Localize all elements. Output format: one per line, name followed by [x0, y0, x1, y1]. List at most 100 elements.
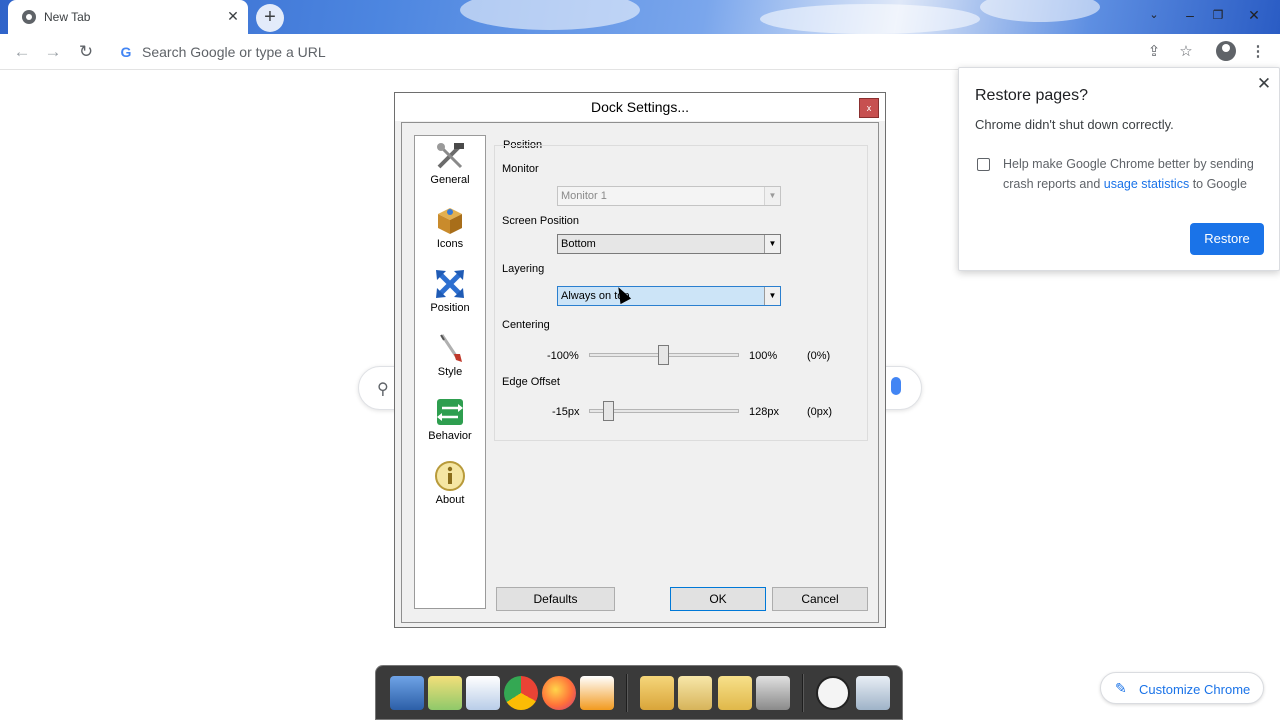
back-arrow-icon[interactable]: ←	[10, 40, 34, 64]
close-icon[interactable]: ✕	[1255, 74, 1273, 94]
sidebar-label: Icons	[436, 238, 464, 250]
downloads-folder-icon[interactable]	[640, 676, 674, 710]
centering-min-label: -100%	[547, 350, 579, 362]
cancel-button[interactable]: Cancel	[772, 587, 868, 611]
clock-icon[interactable]	[816, 676, 850, 710]
dock-bar	[375, 665, 903, 720]
edge-offset-label: Edge Offset	[502, 376, 560, 388]
wallpaper-cloud	[460, 0, 640, 30]
new-tab-button[interactable]: +	[256, 4, 284, 32]
dock-settings-dialog: Dock Settings... x General Icons Positio…	[394, 92, 886, 628]
restore-title: Restore pages?	[975, 87, 1088, 104]
dialog-close-button[interactable]: x	[859, 98, 879, 118]
screen-position-select[interactable]: Bottom ▼	[557, 234, 781, 254]
monitor-select-value: Monitor 1	[561, 190, 607, 202]
media-player-icon[interactable]	[580, 676, 614, 710]
sidebar-label: General	[430, 174, 470, 186]
edge-offset-max-label: 128px	[749, 406, 779, 418]
monitor-label: Monitor	[502, 163, 539, 175]
help-text-suffix: to Google	[1189, 177, 1247, 191]
sidebar-label: Style	[437, 366, 463, 378]
centering-slider-thumb[interactable]	[658, 345, 669, 365]
pencil-icon: ✎	[1115, 680, 1127, 696]
wallpaper-cloud	[980, 0, 1100, 22]
layering-select[interactable]: Always on top ▼	[557, 286, 781, 306]
centering-value: (0%)	[807, 350, 831, 362]
dialog-titlebar[interactable]: Dock Settings... x	[395, 93, 885, 121]
firefox-icon[interactable]	[542, 676, 576, 710]
sidebar-label: Behavior	[428, 430, 472, 442]
restore-button[interactable]: Restore	[1190, 223, 1264, 255]
folder-icon[interactable]	[428, 676, 462, 710]
behavior-arrows-icon	[437, 399, 463, 425]
restore-window-button[interactable]: ❐	[1205, 2, 1231, 28]
share-icon[interactable]: ⇪	[1142, 40, 1166, 64]
sidebar-item-general[interactable]: General	[415, 136, 485, 196]
position-group-box: Monitor Monitor 1 ▼ Screen Position Bott…	[494, 145, 868, 441]
minimize-button[interactable]: –	[1177, 2, 1203, 28]
tools-icon	[437, 143, 464, 169]
usage-statistics-link[interactable]: usage statistics	[1104, 177, 1189, 191]
screen-position-label: Screen Position	[502, 215, 580, 227]
chrome-menu-icon[interactable]: ⋮	[1246, 40, 1270, 64]
profile-avatar-icon[interactable]	[1216, 41, 1236, 61]
forward-arrow-icon[interactable]: →	[41, 40, 65, 64]
text-editor-icon[interactable]	[466, 676, 500, 710]
centering-max-label: 100%	[749, 350, 778, 362]
omnibox[interactable]: G Search Google or type a URL	[110, 38, 1170, 66]
crash-reports-checkbox[interactable]	[977, 158, 990, 171]
omnibox-placeholder: Search Google or type a URL	[142, 44, 326, 60]
tab-title: New Tab	[44, 10, 91, 24]
restore-subtitle: Chrome didn't shut down correctly.	[975, 117, 1174, 132]
move-arrows-icon	[436, 270, 464, 298]
dock-separator	[626, 674, 628, 712]
sidebar-item-about[interactable]: About	[415, 456, 485, 516]
screen-position-value: Bottom	[561, 238, 596, 250]
edge-offset-value: (0px)	[807, 406, 833, 418]
dropdown-arrow-icon: ▼	[764, 187, 780, 205]
google-g-icon: G	[120, 44, 132, 60]
edge-offset-slider-thumb[interactable]	[603, 401, 614, 421]
bookmark-star-icon[interactable]: ☆	[1174, 40, 1198, 64]
dock-separator	[802, 674, 804, 712]
info-icon	[435, 461, 465, 491]
sidebar-label: About	[435, 494, 465, 506]
documents-folder-icon[interactable]	[678, 676, 712, 710]
sidebar-label: Position	[430, 302, 470, 314]
defaults-button[interactable]: Defaults	[496, 587, 615, 611]
browser-toolbar: ← → ↻ G Search Google or type a URL ⇪ ☆ …	[0, 34, 1280, 70]
edge-offset-min-label: -15px	[552, 406, 580, 418]
close-window-button[interactable]: ✕	[1241, 2, 1267, 28]
sidebar-item-style[interactable]: Style	[415, 328, 485, 388]
centering-label: Centering	[502, 319, 550, 331]
microphone-icon[interactable]	[891, 377, 901, 395]
layering-label: Layering	[502, 263, 545, 275]
customize-chrome-button[interactable]: ✎ Customize Chrome	[1100, 672, 1264, 704]
sidebar-item-behavior[interactable]: Behavior	[415, 392, 485, 452]
drive-icon[interactable]	[756, 676, 790, 710]
restore-pages-bubble: Restore pages? ✕ Chrome didn't shut down…	[958, 67, 1280, 271]
brush-icon	[440, 334, 462, 362]
tab-close-icon[interactable]: ✕	[224, 7, 242, 25]
computer-icon[interactable]	[390, 676, 424, 710]
browser-titlebar: New Tab ✕ + ⌄ – ❐ ✕	[0, 0, 1280, 34]
sidebar-item-position[interactable]: Position	[415, 264, 485, 324]
dropdown-arrow-icon[interactable]: ▼	[764, 287, 780, 305]
monitor-select: Monitor 1 ▼	[557, 186, 781, 206]
recycle-bin-icon[interactable]	[856, 676, 890, 710]
customize-chrome-label: Customize Chrome	[1139, 682, 1251, 697]
ok-button[interactable]: OK	[670, 587, 766, 611]
pictures-folder-icon[interactable]	[718, 676, 752, 710]
reload-icon[interactable]: ↻	[74, 40, 98, 64]
dialog-body: General Icons Position Style Behavior Ab…	[401, 122, 879, 623]
sidebar-item-icons[interactable]: Icons	[415, 200, 485, 260]
settings-sidebar: General Icons Position Style Behavior Ab…	[414, 135, 486, 609]
wallpaper-cloud	[760, 4, 980, 34]
browser-tab[interactable]: New Tab ✕	[8, 0, 248, 34]
dropdown-arrow-icon[interactable]: ▼	[764, 235, 780, 253]
chrome-favicon-icon	[22, 10, 36, 24]
search-icon: ⚲	[377, 381, 389, 398]
dialog-title: Dock Settings...	[590, 99, 690, 115]
chrome-icon[interactable]	[504, 676, 538, 710]
tab-search-chevron-icon[interactable]: ⌄	[1141, 2, 1167, 28]
